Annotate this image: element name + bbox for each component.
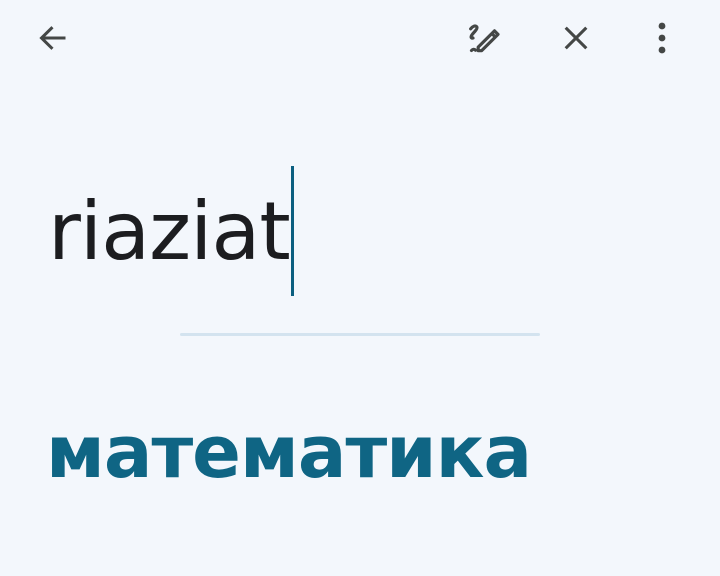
source-text-line[interactable]: riaziat (48, 166, 294, 302)
translation-result[interactable]: математика (46, 402, 532, 502)
divider (180, 333, 540, 336)
arrow-left-icon (34, 20, 70, 56)
close-icon (559, 21, 593, 55)
more-vert-icon (656, 21, 668, 55)
handwriting-button[interactable] (454, 8, 514, 68)
source-text-input[interactable]: riaziat (48, 150, 668, 300)
top-app-bar (0, 0, 720, 76)
back-button[interactable] (22, 8, 82, 68)
source-text: riaziat (48, 184, 291, 278)
more-options-button[interactable] (632, 8, 692, 68)
text-cursor (290, 166, 294, 296)
handwriting-pen-icon (464, 18, 504, 58)
clear-button[interactable] (546, 8, 606, 68)
